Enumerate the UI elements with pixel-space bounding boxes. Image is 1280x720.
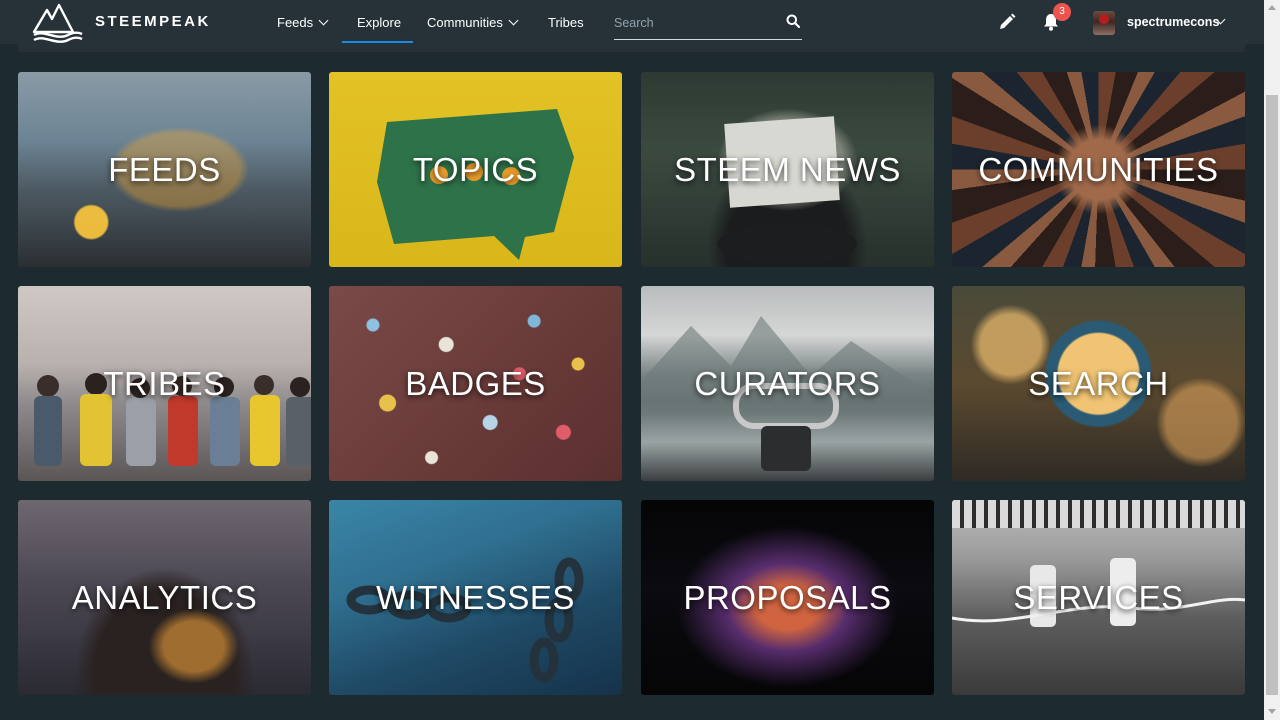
explore-tile-steem-news[interactable]: STEEM NEWS (641, 72, 934, 267)
explore-tile-tribes[interactable]: TRIBES (18, 286, 311, 481)
tile-label: SERVICES (1013, 578, 1184, 616)
steempeak-logo-icon[interactable] (30, 2, 86, 44)
brand-name[interactable]: STEEMPEAK (95, 13, 211, 30)
explore-tile-analytics[interactable]: ANALYTICS (18, 500, 311, 695)
pencil-icon[interactable] (997, 12, 1017, 32)
search-box (614, 10, 802, 40)
explore-tile-proposals[interactable]: PROPOSALS (641, 500, 934, 695)
tile-label: TOPICS (412, 150, 539, 188)
chevron-down-icon (508, 15, 519, 25)
nav-feeds[interactable]: Feeds (277, 0, 329, 44)
tile-label: WITNESSES (376, 578, 575, 616)
tile-label: ANALYTICS (71, 578, 258, 616)
header-underbar (18, 44, 1245, 52)
search-input[interactable] (614, 12, 779, 34)
nav-explore[interactable]: Explore (357, 0, 401, 44)
scroll-up-arrow-icon[interactable] (1268, 5, 1276, 10)
tile-label: PROPOSALS (683, 578, 892, 616)
scrollbar-thumb[interactable] (1266, 95, 1278, 695)
nav-tribes[interactable]: Tribes (548, 0, 584, 44)
tile-label: TRIBES (103, 364, 226, 402)
nav-feeds-label: Feeds (277, 14, 314, 30)
tile-label: COMMUNITIES (978, 150, 1219, 188)
nav-communities-label: Communities (427, 14, 503, 30)
avatar[interactable] (1093, 11, 1115, 35)
nav-explore-label: Explore (357, 14, 402, 30)
username[interactable]: spectrumecons (1127, 15, 1219, 29)
explore-tile-witnesses[interactable]: WITNESSES (329, 500, 622, 695)
notification-badge: 3 (1053, 3, 1071, 21)
explore-tile-curators[interactable]: CURATORS (641, 286, 934, 481)
explore-tile-topics[interactable]: TOPICS (329, 72, 622, 267)
explore-tile-search[interactable]: SEARCH (952, 286, 1245, 481)
search-icon[interactable] (786, 14, 800, 28)
explore-tile-badges[interactable]: BADGES (329, 286, 622, 481)
explore-tile-services[interactable]: SERVICES (952, 500, 1245, 695)
active-tab-indicator (342, 41, 413, 43)
explore-tile-communities[interactable]: COMMUNITIES (952, 72, 1245, 267)
tile-label: STEEM NEWS (674, 150, 901, 188)
nav-communities[interactable]: Communities (427, 0, 519, 44)
chevron-down-icon (318, 15, 329, 25)
explore-tile-feeds[interactable]: FEEDS (18, 72, 311, 267)
scroll-down-arrow-icon[interactable] (1268, 709, 1276, 714)
nav-tribes-label: Tribes (548, 14, 584, 30)
tile-label: SEARCH (1028, 364, 1169, 402)
tile-label: BADGES (405, 364, 546, 402)
tile-label: CURATORS (694, 364, 881, 402)
top-navigation-bar: STEEMPEAK Feeds Explore Communities Trib… (0, 0, 1264, 44)
tile-label: FEEDS (108, 150, 221, 188)
